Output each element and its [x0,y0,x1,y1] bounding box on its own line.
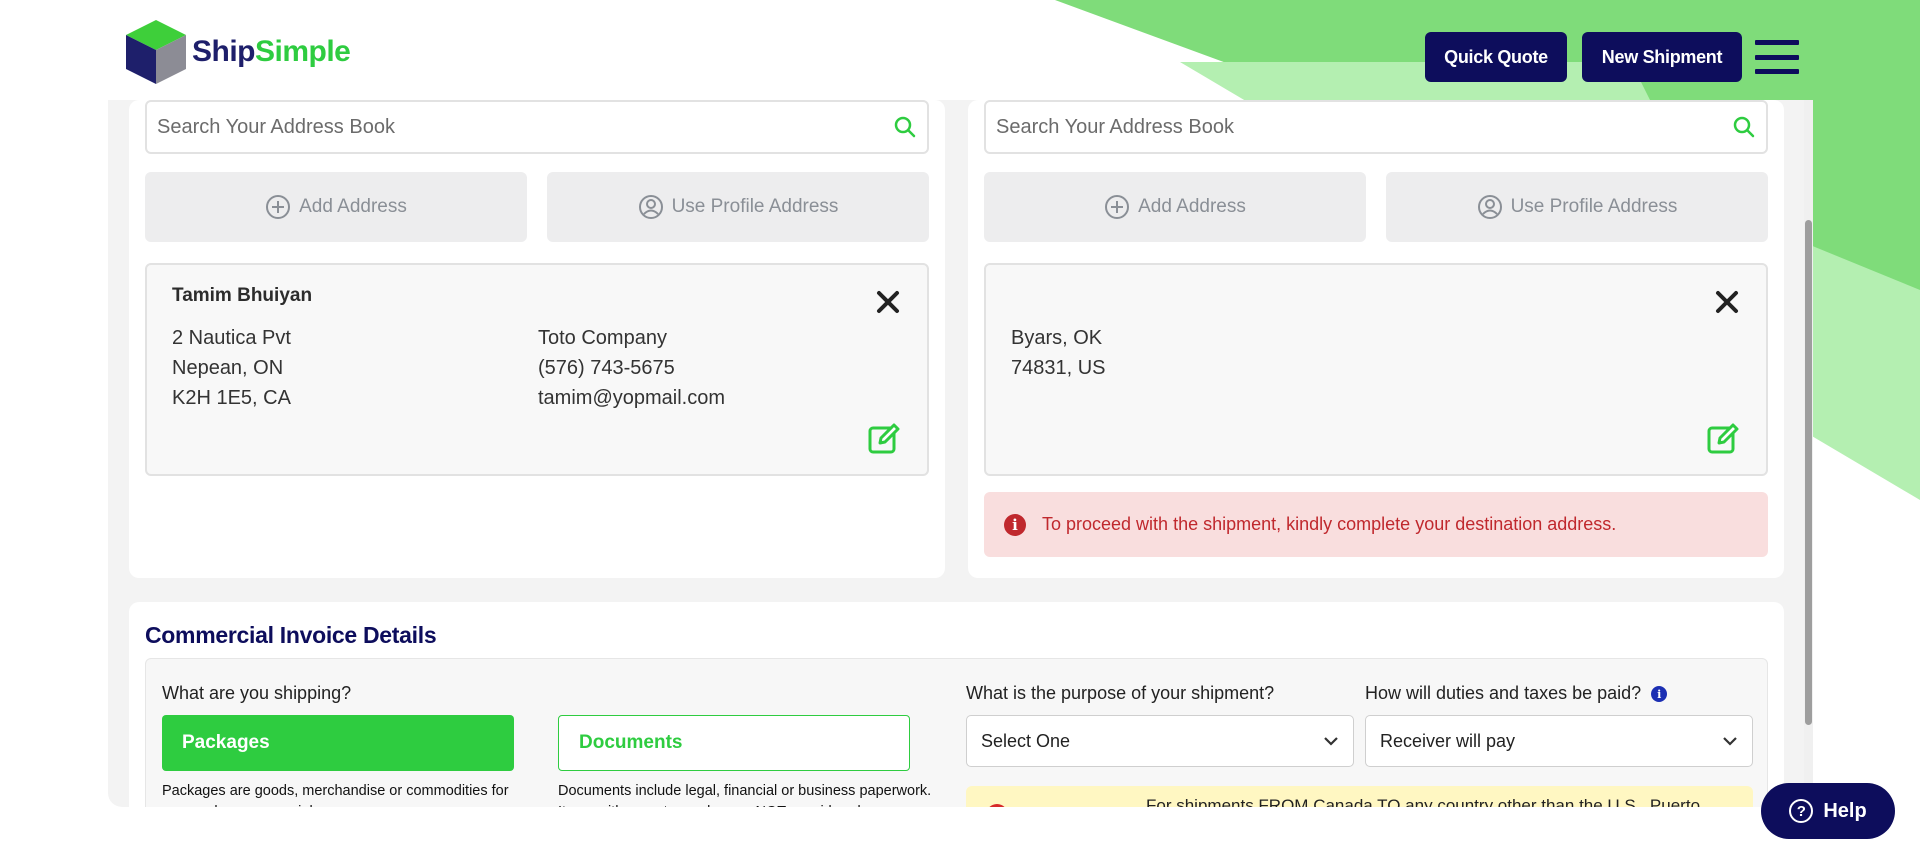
new-shipment-button[interactable]: New Shipment [1582,32,1742,82]
destination-address-search-input[interactable]: Search Your Address Book [984,100,1768,154]
top-header: ShipSimple Quick Quote New Shipment [0,0,1920,100]
hamburger-menu-icon[interactable] [1755,40,1799,74]
destination-address-card: Byars, OK 74831, US [984,263,1768,476]
origin-add-address-button[interactable]: Add Address [145,172,527,242]
shipsimple-logo[interactable]: ShipSimple [124,18,351,86]
destination-add-address-button[interactable]: Add Address [984,172,1366,242]
duties-label: How will duties and taxes be paid? [1365,683,1642,703]
origin-city-province: Nepean, ON [172,357,284,379]
edit-icon[interactable] [1706,422,1740,456]
origin-postal-country: K2H 1E5, CA [172,387,291,409]
origin-address-lines: 2 Nautica Pvt Nepean, ON K2H 1E5, CA [172,323,291,413]
help-label: Help [1823,799,1867,822]
chevron-down-icon [1324,737,1338,746]
canada-shipment-warning: For shipments FROM Canada TO any country… [966,786,1753,807]
destination-use-profile-address-button[interactable]: Use Profile Address [1386,172,1768,242]
origin-use-profile-address-button[interactable]: Use Profile Address [547,172,929,242]
duties-label-row: How will duties and taxes be paid? i [1365,683,1668,704]
origin-street: 2 Nautica Pvt [172,327,291,349]
edit-icon[interactable] [867,422,901,456]
origin-company: Toto Company [538,327,667,349]
main-content: Search Your Address Book Add Address Use… [108,100,1811,807]
documents-description: Documents include legal, financial or bu… [558,783,932,807]
plus-circle-icon [1105,195,1130,219]
origin-address-card: Tamim Bhuiyan 2 Nautica Pvt Nepean, ON K… [145,263,929,476]
duties-selected-value: Receiver will pay [1380,730,1516,751]
question-icon: ? [1789,799,1814,823]
logo-simple-text: Simple [255,35,351,68]
purpose-label: What is the purpose of your shipment? [966,683,1275,703]
documents-button[interactable]: Documents [558,715,910,771]
destination-search-placeholder: Search Your Address Book [996,115,1234,138]
origin-contact-name: Tamim Bhuiyan [172,285,313,306]
plus-circle-icon [266,195,291,219]
origin-address-panel: Search Your Address Book Add Address Use… [129,100,945,578]
alert-message: To proceed with the shipment, kindly com… [1042,514,1617,534]
user-circle-icon [638,195,663,219]
use-profile-address-label: Use Profile Address [671,196,839,217]
purpose-select[interactable]: Select One [966,715,1354,767]
user-circle-icon [1477,195,1502,219]
close-icon[interactable] [1714,289,1740,315]
page-scrollbar[interactable] [1804,100,1813,807]
add-address-label: Add Address [1138,196,1246,217]
destination-postal-country: 74831, US [1011,357,1106,379]
origin-phone: (576) 743-5675 [538,357,675,379]
origin-address-search-input[interactable]: Search Your Address Book [145,100,929,154]
warning-icon [986,804,1008,807]
commercial-invoice-title: Commercial Invoice Details [145,622,437,648]
help-button[interactable]: ? Help [1761,783,1895,839]
search-icon[interactable] [893,115,917,139]
info-icon[interactable]: i [1651,686,1668,703]
origin-search-placeholder: Search Your Address Book [157,115,395,138]
what-shipping-label: What are you shipping? [162,683,352,703]
destination-address-lines: Byars, OK 74831, US [1011,323,1106,383]
origin-email: tamim@yopmail.com [538,387,726,409]
packages-button[interactable]: Packages [162,715,514,771]
logo-wordmark: ShipSimple [192,35,351,69]
cube-logo-icon [126,20,186,84]
origin-contact-lines: Toto Company (576) 743-5675 tamim@yopmai… [538,323,725,413]
scrollbar-thumb[interactable] [1805,220,1812,725]
logo-ship-text: Ship [192,35,256,68]
destination-address-panel: Search Your Address Book Add Address Use… [968,100,1784,578]
duties-select[interactable]: Receiver will pay [1365,715,1753,767]
purpose-selected-value: Select One [981,730,1071,751]
commercial-invoice-panel: Commercial Invoice Details What are you … [129,602,1784,807]
packages-description: Packages are goods, merchandise or commo… [162,783,509,807]
chevron-down-icon [1723,737,1737,746]
close-icon[interactable] [875,289,901,315]
quick-quote-button[interactable]: Quick Quote [1425,32,1567,82]
alert-info-icon: i [1004,513,1026,536]
invoice-details-container: What are you shipping? Packages Document… [145,658,1768,807]
add-address-label: Add Address [299,196,407,217]
use-profile-address-label: Use Profile Address [1510,196,1678,217]
warning-message: For shipments FROM Canada TO any country… [1146,796,1701,807]
destination-incomplete-alert: i To proceed with the shipment, kindly c… [984,492,1768,557]
search-icon[interactable] [1732,115,1756,139]
destination-city-state: Byars, OK [1011,327,1103,349]
